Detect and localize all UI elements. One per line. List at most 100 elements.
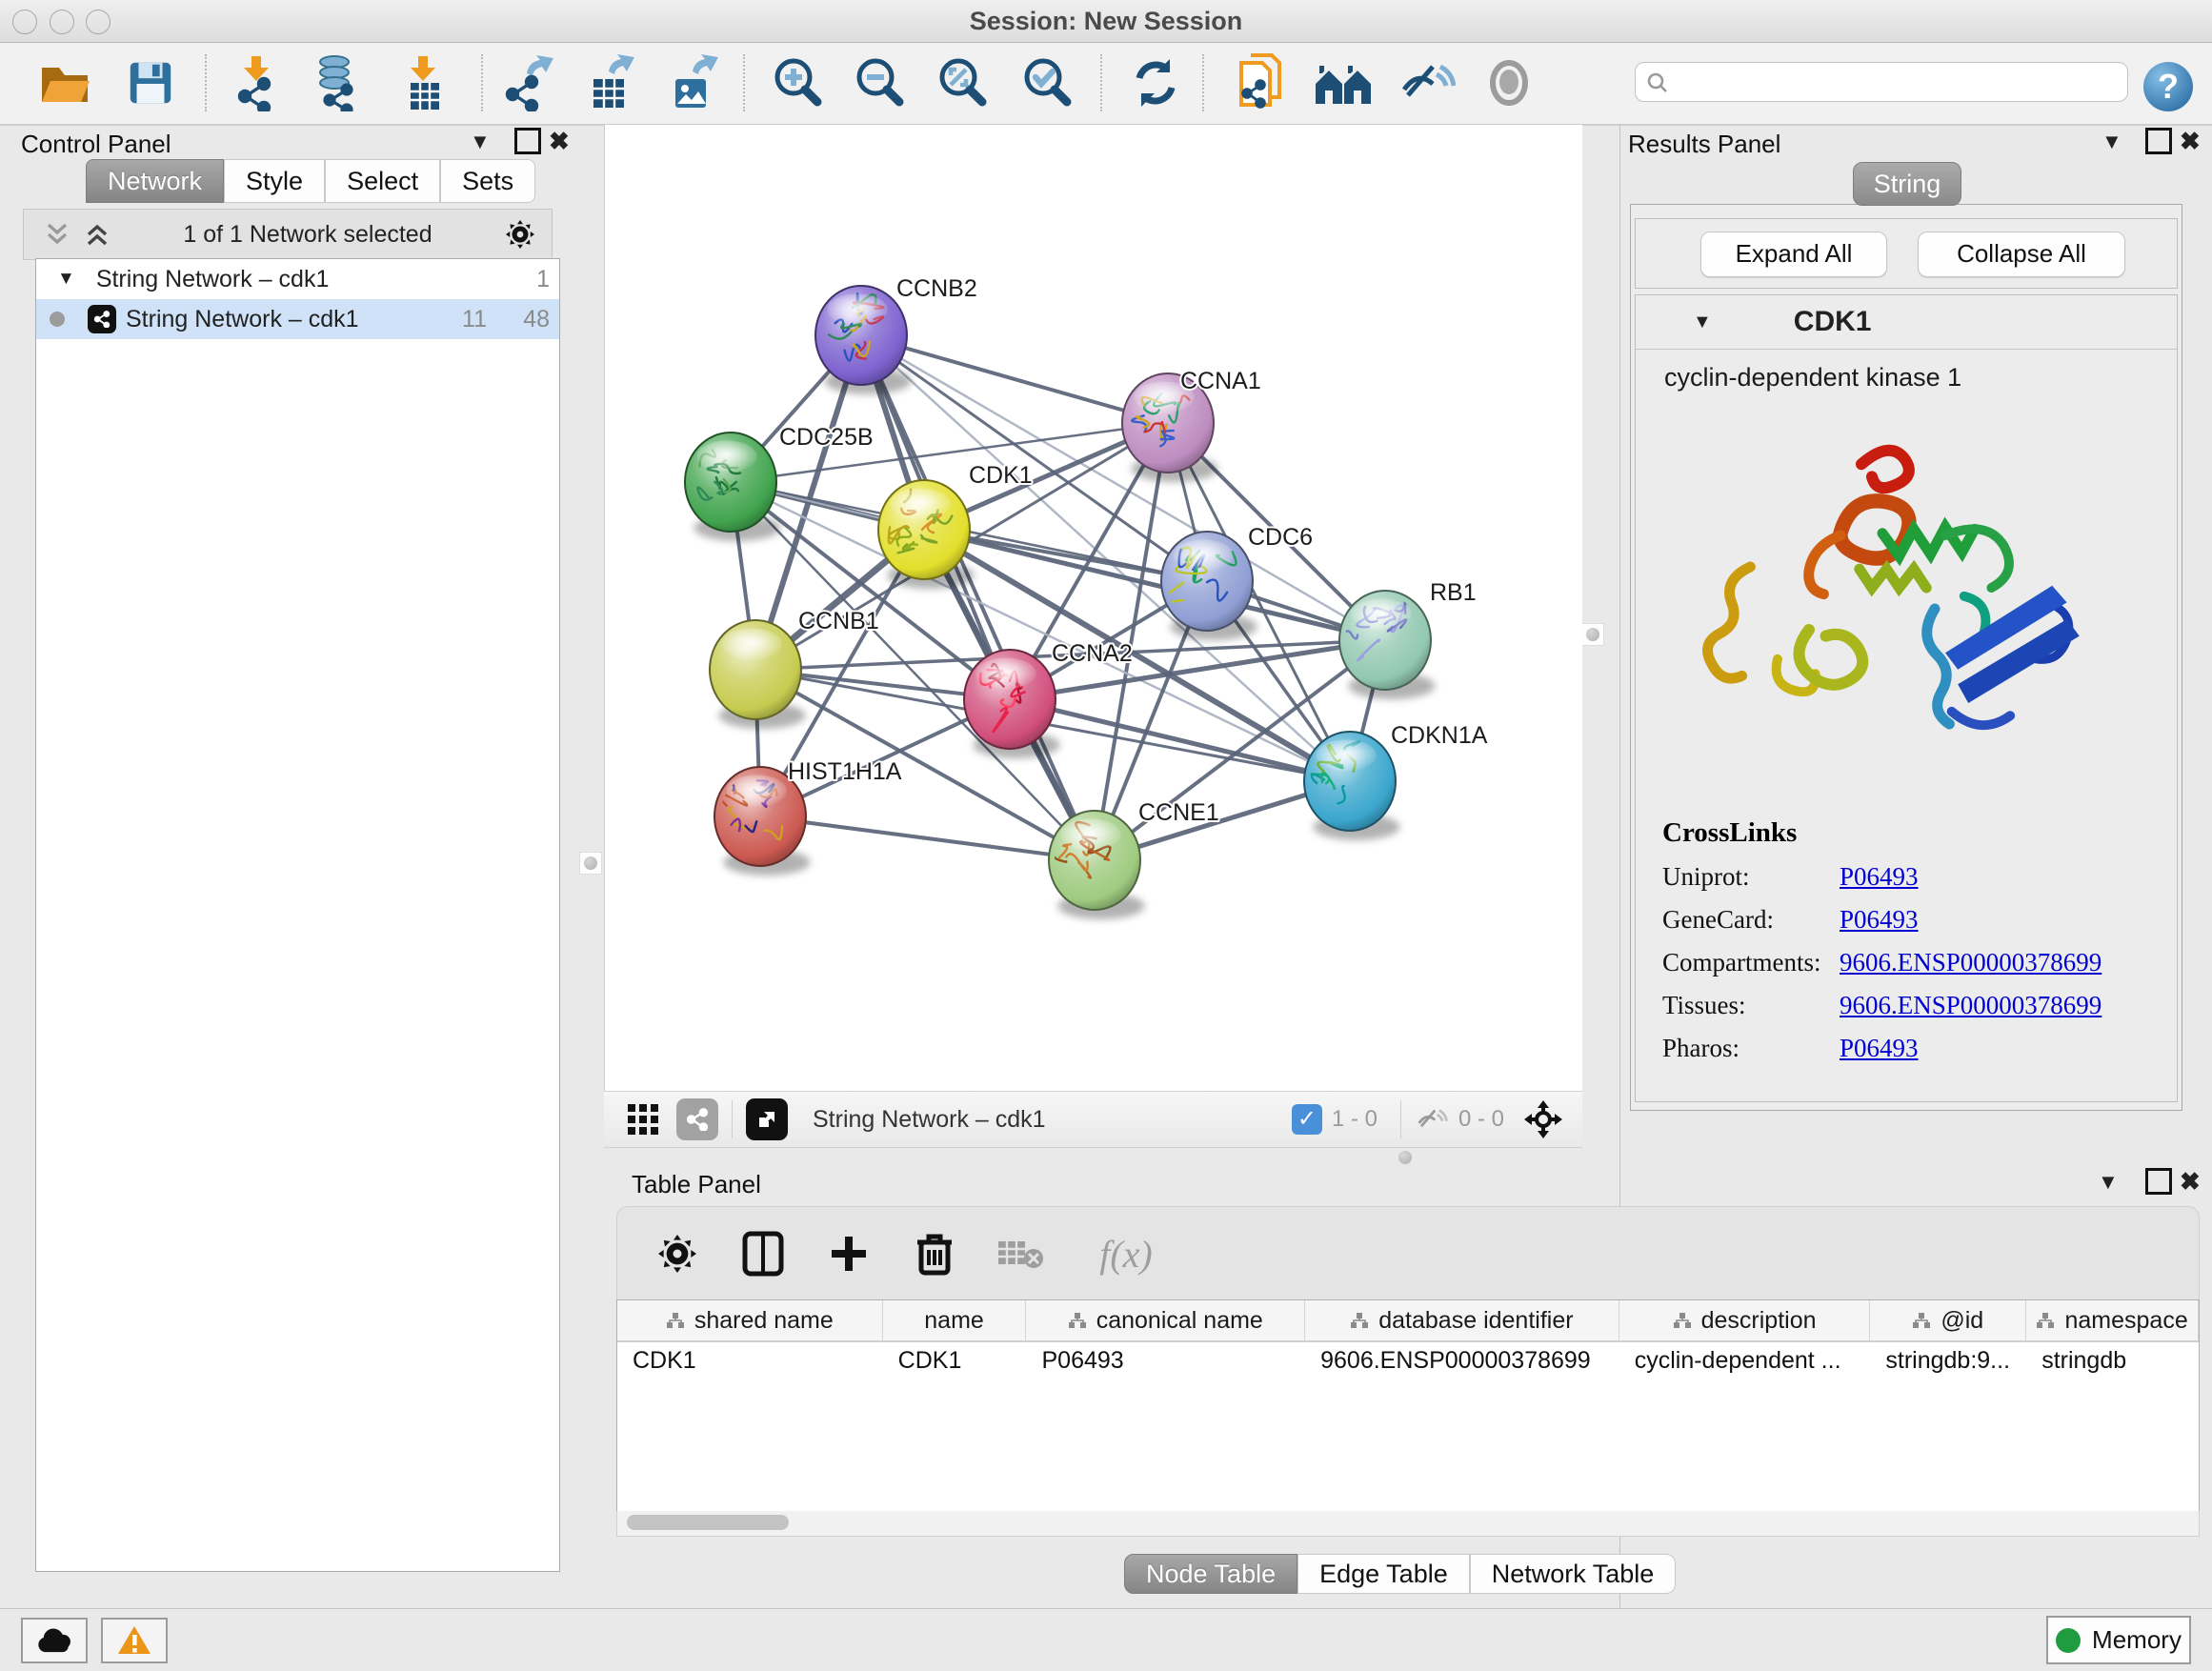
table-cell[interactable]: stringdb:9... [1870,1342,2026,1382]
birds-eye-view-icon[interactable] [627,1103,659,1136]
export-table-button[interactable] [579,52,640,113]
tab-node-table[interactable]: Node Table [1124,1554,1297,1594]
scrollbar-thumb[interactable] [627,1515,789,1530]
tab-sets[interactable]: Sets [440,159,535,203]
tab-string[interactable]: String [1853,162,1961,206]
import-network-from-database-button[interactable] [307,52,368,113]
node-CDC25B[interactable] [685,433,781,541]
node-CDKN1A[interactable] [1301,732,1399,840]
node-CDK1[interactable] [878,480,975,589]
network-canvas[interactable]: CCNB2CCNA1CDC25BCDK1CDC6RB1CCNB1CCNA2CDK… [604,124,1582,1092]
save-session-button[interactable] [120,52,181,113]
tab-network-table[interactable]: Network Table [1470,1554,1677,1594]
gene-card-header[interactable]: ▼ CDK1 [1636,295,2177,350]
tab-select[interactable]: Select [325,159,440,203]
eye-sphere-icon [1483,57,1535,109]
column-header--id[interactable]: @id [1870,1300,2026,1340]
node-CCNA2[interactable] [964,650,1060,758]
collection-expand-icon[interactable]: ▼ [57,269,75,290]
expand-all-chevron-icon[interactable] [85,221,110,248]
panel-menu-icon[interactable]: ▼ [470,130,491,154]
column-header-shared-name[interactable]: shared name [617,1300,883,1340]
table-settings-gear-icon[interactable] [652,1228,703,1279]
table-cell[interactable]: CDK1 [617,1342,883,1382]
node-CCNE1[interactable] [1049,811,1145,919]
table-horizontal-scrollbar[interactable] [616,1511,2200,1537]
network-row[interactable]: String Network – cdk1 11 48 [36,299,559,339]
panel-menu-icon[interactable]: ▼ [2098,1170,2119,1195]
node-CDC6[interactable] [1161,532,1257,640]
crosslink-link[interactable]: 9606.ENSP00000378699 [1840,991,2101,1020]
network-share-icon[interactable] [676,1098,718,1140]
table-cell[interactable]: stringdb [2026,1342,2199,1382]
column-header-namespace[interactable]: namespace [2026,1300,2199,1340]
import-network-from-file-button[interactable] [228,52,289,113]
expand-all-button[interactable]: Expand All [1700,232,1887,277]
tab-style[interactable]: Style [224,159,325,203]
help-button[interactable]: ? [2138,56,2199,117]
selected-checkbox-icon[interactable]: ✓ [1292,1104,1322,1135]
refresh-button[interactable] [1125,52,1186,113]
table-cell[interactable]: CDK1 [883,1342,1027,1382]
column-header-description[interactable]: description [1619,1300,1871,1340]
show-graphics-details-button[interactable] [1478,52,1539,113]
table-cell[interactable]: 9606.ENSP00000378699 [1305,1342,1619,1382]
delete-table-icon[interactable] [995,1228,1046,1279]
close-panel-icon[interactable]: ✖ [549,127,570,156]
zoom-fit-button[interactable] [933,52,994,113]
zoom-out-button[interactable] [850,52,911,113]
zoom-selected-button[interactable] [1017,52,1078,113]
houses-icon [1314,58,1373,108]
panel-menu-icon[interactable]: ▼ [2101,130,2122,154]
function-builder-icon[interactable]: f(x) [1080,1228,1172,1279]
column-header-canonical-name[interactable]: canonical name [1026,1300,1305,1340]
export-network-button[interactable] [497,52,558,113]
gear-icon[interactable] [506,220,534,249]
memory-label: Memory [2092,1625,2182,1655]
tab-network[interactable]: Network [86,159,224,203]
node-RB1[interactable] [1339,591,1436,699]
table-cell[interactable]: cyclin-dependent ... [1619,1342,1871,1382]
cybrowser-home-button[interactable] [1313,52,1374,113]
table-row[interactable]: CDK1CDK1P064939606.ENSP00000378699cyclin… [617,1342,2199,1382]
memory-button[interactable]: Memory [2046,1616,2191,1664]
collapse-all-button[interactable]: Collapse All [1918,232,2125,277]
float-panel-icon[interactable] [514,128,541,154]
open-in-browser-button[interactable] [1229,52,1290,113]
column-header-database-identifier[interactable]: database identifier [1305,1300,1619,1340]
open-session-button[interactable] [34,52,95,113]
node-CCNB2[interactable] [815,286,912,394]
float-panel-icon[interactable] [2145,1168,2172,1195]
table-cell[interactable]: P06493 [1026,1342,1305,1382]
open-external-view-icon[interactable] [746,1098,788,1140]
close-panel-icon[interactable]: ✖ [2180,1167,2201,1197]
collapse-all-chevron-icon[interactable] [45,221,70,248]
zoom-in-button[interactable] [768,52,829,113]
float-panel-icon[interactable] [2145,128,2172,154]
right-splitter-handle[interactable] [1581,623,1604,646]
network-collection-row[interactable]: ▼ String Network – cdk1 1 [36,259,559,299]
column-header-name[interactable]: name [883,1300,1027,1340]
search-input[interactable] [1635,62,2128,102]
import-table-from-file-button[interactable] [394,52,455,113]
crosslink-link[interactable]: 9606.ENSP00000378699 [1840,948,2101,977]
crosslink-link[interactable]: P06493 [1840,905,1919,935]
collapse-gene-icon[interactable]: ▼ [1693,312,1712,333]
warning-button[interactable] [101,1618,168,1663]
hide-labels-button[interactable] [1397,52,1458,113]
network-selection-status: 1 of 1 Network selected [110,221,506,249]
add-column-icon[interactable] [823,1228,875,1279]
close-panel-icon[interactable]: ✖ [2180,127,2201,156]
export-network-icon [500,54,555,111]
delete-column-icon[interactable] [909,1228,960,1279]
crosslink-link[interactable]: P06493 [1840,1034,1919,1063]
left-splitter-handle[interactable] [579,852,602,875]
cloud-button[interactable] [21,1618,88,1663]
show-columns-icon[interactable] [737,1228,789,1279]
tab-edge-table[interactable]: Edge Table [1297,1554,1470,1594]
pan-crosshair-icon[interactable] [1523,1099,1563,1139]
crosslink-link[interactable]: P06493 [1840,862,1919,892]
export-image-button[interactable] [661,52,722,113]
cloud-icon [35,1627,73,1654]
hidden-eye-icon[interactable] [1415,1105,1449,1134]
